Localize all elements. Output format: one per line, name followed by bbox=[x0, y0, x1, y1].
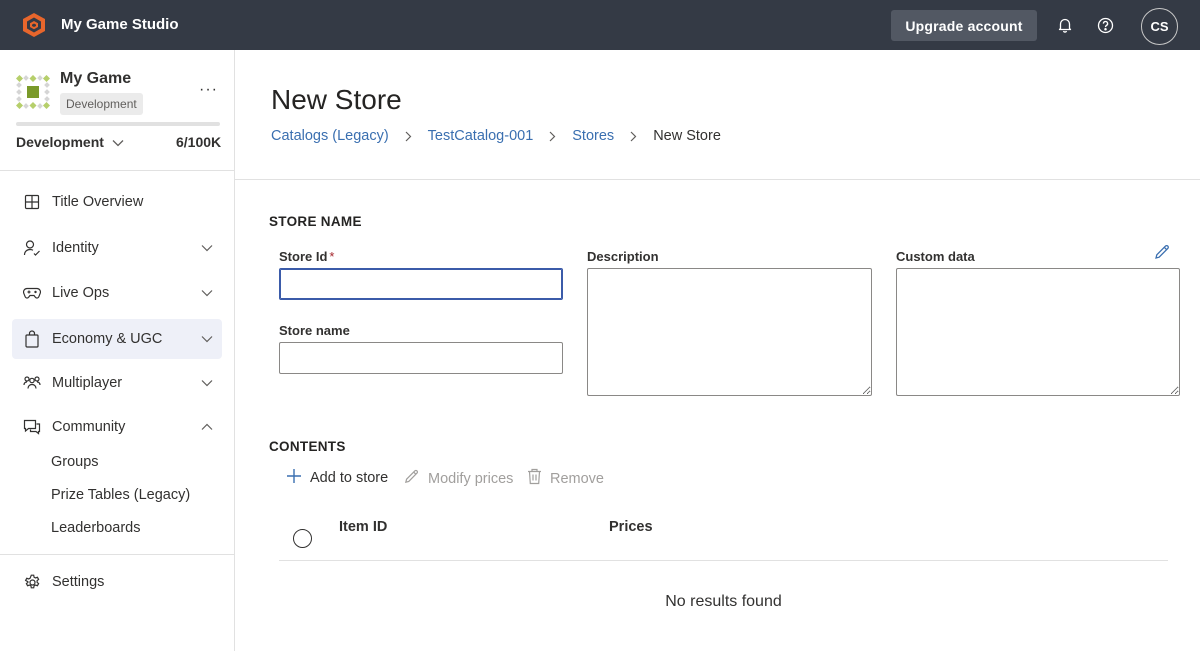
top-bar: My Game Studio Upgrade account CS bbox=[0, 0, 1200, 50]
studio-name[interactable]: My Game Studio bbox=[61, 16, 179, 33]
sidebar-item-label: Multiplayer bbox=[52, 375, 123, 391]
sidebar-item-label: Live Ops bbox=[52, 285, 110, 301]
sidebar-item-label: Community bbox=[52, 419, 126, 435]
breadcrumb-catalogs-legacy[interactable]: Catalogs (Legacy) bbox=[271, 128, 389, 144]
environment-dropdown[interactable]: Development bbox=[16, 134, 124, 150]
contents-section-title: CONTENTS bbox=[269, 439, 346, 454]
plus-icon bbox=[286, 468, 302, 488]
pencil-icon bbox=[403, 468, 420, 489]
sidebar-divider bbox=[0, 554, 234, 555]
sidebar-subitem-groups[interactable]: Groups bbox=[51, 454, 99, 470]
chevron-down-icon bbox=[192, 244, 222, 252]
shopping-bag-icon bbox=[12, 319, 52, 359]
avatar[interactable]: CS bbox=[1141, 8, 1178, 45]
empty-results-message: No results found bbox=[665, 593, 782, 610]
sidebar-item-community[interactable]: Community bbox=[12, 407, 222, 447]
gamepad-icon bbox=[12, 273, 52, 313]
remove-button[interactable]: Remove bbox=[527, 468, 604, 489]
sidebar-subitem-leaderboards[interactable]: Leaderboards bbox=[51, 520, 141, 536]
pencil-edit-icon[interactable] bbox=[1153, 243, 1173, 263]
game-thumbnail-icon bbox=[15, 74, 51, 110]
header-divider bbox=[235, 179, 1200, 180]
gear-icon bbox=[12, 562, 52, 602]
sidebar-subitem-prize-tables[interactable]: Prize Tables (Legacy) bbox=[51, 487, 190, 503]
chevron-down-icon bbox=[192, 335, 222, 343]
sidebar: My Game Development ··· Development 6/10… bbox=[0, 50, 235, 651]
breadcrumb: Catalogs (Legacy) TestCatalog-001 Stores… bbox=[271, 128, 721, 144]
environment-badge: Development bbox=[60, 93, 143, 115]
trash-icon bbox=[527, 468, 542, 489]
table-header-divider bbox=[279, 560, 1168, 561]
description-label: Description bbox=[587, 249, 659, 264]
breadcrumb-stores[interactable]: Stores bbox=[572, 128, 614, 144]
usage-count: 6/100K bbox=[176, 134, 222, 150]
store-name-section-title: STORE NAME bbox=[269, 214, 362, 229]
chevron-right-icon bbox=[630, 131, 637, 142]
chevron-right-icon bbox=[405, 131, 412, 142]
upgrade-account-button[interactable]: Upgrade account bbox=[891, 10, 1037, 41]
select-all-radio[interactable] bbox=[293, 529, 312, 548]
store-name-input[interactable] bbox=[279, 342, 563, 374]
column-header-prices[interactable]: Prices bbox=[609, 519, 653, 535]
custom-data-textarea[interactable] bbox=[896, 268, 1180, 396]
chevron-down-icon bbox=[112, 134, 124, 150]
studio-logo-icon[interactable] bbox=[22, 12, 46, 38]
bell-icon[interactable] bbox=[1055, 15, 1075, 35]
sidebar-divider bbox=[0, 170, 234, 171]
more-options-button[interactable]: ··· bbox=[199, 81, 218, 99]
remove-label: Remove bbox=[550, 470, 604, 487]
chevron-down-icon bbox=[192, 379, 222, 387]
column-header-item-id[interactable]: Item ID bbox=[339, 519, 387, 535]
chevron-down-icon bbox=[192, 289, 222, 297]
custom-data-label: Custom data bbox=[896, 249, 975, 264]
game-name: My Game bbox=[60, 70, 132, 87]
sidebar-item-label: Settings bbox=[52, 574, 105, 590]
chevron-up-icon bbox=[192, 423, 222, 431]
grid-icon bbox=[12, 182, 52, 222]
sidebar-item-identity[interactable]: Identity bbox=[12, 228, 222, 268]
description-textarea[interactable] bbox=[587, 268, 872, 396]
modify-prices-label: Modify prices bbox=[428, 470, 514, 487]
sidebar-item-multiplayer[interactable]: Multiplayer bbox=[12, 363, 222, 403]
help-icon[interactable] bbox=[1095, 15, 1115, 35]
sidebar-item-economy-ugc[interactable]: Economy & UGC bbox=[12, 319, 222, 359]
modify-prices-button[interactable]: Modify prices bbox=[403, 468, 513, 489]
page-title: New Store bbox=[271, 84, 402, 115]
store-id-label: Store Id * bbox=[279, 249, 334, 264]
add-to-store-button[interactable]: Add to store bbox=[286, 468, 388, 488]
identity-icon bbox=[12, 228, 52, 268]
sidebar-item-label: Title Overview bbox=[52, 194, 144, 210]
sidebar-item-label: Identity bbox=[52, 240, 99, 256]
environment-dropdown-label: Development bbox=[16, 134, 104, 150]
store-id-label-text: Store Id bbox=[279, 249, 328, 264]
sidebar-item-label: Economy & UGC bbox=[52, 331, 163, 347]
chevron-right-icon bbox=[549, 131, 556, 142]
usage-progress-bar bbox=[16, 122, 220, 126]
required-marker: * bbox=[329, 249, 335, 264]
sidebar-item-settings[interactable]: Settings bbox=[12, 562, 222, 602]
breadcrumb-test-catalog[interactable]: TestCatalog-001 bbox=[428, 128, 534, 144]
people-icon bbox=[12, 363, 52, 403]
sidebar-item-title-overview[interactable]: Title Overview bbox=[12, 182, 222, 222]
chat-icon bbox=[12, 407, 52, 447]
add-to-store-label: Add to store bbox=[310, 470, 389, 486]
sidebar-item-live-ops[interactable]: Live Ops bbox=[12, 273, 222, 313]
store-name-label: Store name bbox=[279, 323, 350, 338]
store-id-input[interactable] bbox=[279, 268, 563, 300]
breadcrumb-current: New Store bbox=[653, 128, 721, 144]
